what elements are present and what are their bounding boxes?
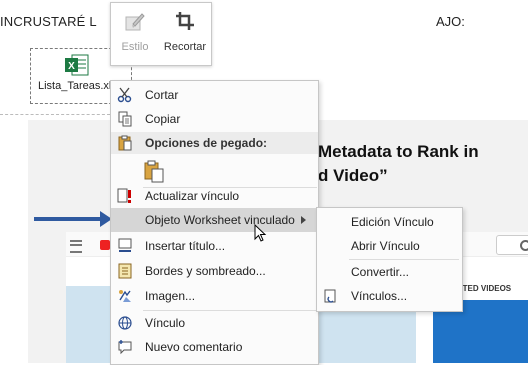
menu-item-imagen[interactable]: Imagen... <box>111 284 318 308</box>
search-icon <box>520 240 528 251</box>
menu-label: Actualizar vínculo <box>145 189 240 203</box>
clipboard-icon <box>117 135 133 154</box>
excel-file-icon[interactable]: X <box>64 54 90 78</box>
document-text-end: AJO: <box>436 14 465 29</box>
update-link-icon <box>117 188 133 204</box>
menu-label: Cortar <box>145 88 179 102</box>
style-brush-icon <box>124 11 146 38</box>
crop-icon <box>175 11 195 36</box>
menu-label: Bordes y sombreado... <box>145 264 266 278</box>
menu-label: Vínculo <box>145 316 186 330</box>
mouse-cursor-icon <box>254 223 268 244</box>
submenu-label: Abrir Vínculo <box>351 239 420 253</box>
embedded-file-label[interactable]: Lista_Tareas.xl <box>38 80 111 92</box>
menu-label: Copiar <box>145 112 181 126</box>
submenu-item-convertir[interactable]: Convertir... <box>317 260 462 284</box>
menu-item-actualizar-vinculo[interactable]: Actualizar vínculo <box>111 184 318 208</box>
scissors-icon <box>117 87 133 103</box>
style-button-label: Estilo <box>121 41 149 53</box>
borders-icon <box>117 263 133 279</box>
paste-options-header: Opciones de pegado: <box>111 132 318 154</box>
screenshot-headline: Metadata to Rank in d Video” <box>318 142 479 185</box>
submenu-item-edicion-vinculo[interactable]: Edición Vínculo <box>317 210 462 234</box>
submenu-item-abrir-vinculo[interactable]: Abrir Vínculo <box>317 234 462 258</box>
insert-caption-icon <box>117 238 133 254</box>
menu-label: Imagen... <box>145 289 196 303</box>
paste-picture-option[interactable] <box>111 156 318 186</box>
menu-label: Objeto Worksheet vinculado <box>145 213 295 227</box>
menu-item-bordes-sombreado[interactable]: Bordes y sombreado... <box>111 259 318 283</box>
paste-picture-icon <box>143 160 165 184</box>
menu-item-objeto-worksheet[interactable]: Objeto Worksheet vinculado <box>111 208 318 232</box>
menu-item-insertar-titulo[interactable]: Insertar título... <box>111 234 318 258</box>
svg-text:X: X <box>68 61 75 72</box>
page-separator <box>0 114 110 115</box>
submenu-arrow-icon <box>301 216 306 224</box>
hyperlink-icon <box>117 315 133 331</box>
copy-icon <box>117 111 133 127</box>
menu-label: Nuevo comentario <box>145 340 243 354</box>
context-menu: Cortar Copiar Opciones de pegado: Actual… <box>110 80 319 365</box>
menu-item-nuevo-comentario[interactable]: Nuevo comentario <box>111 335 318 359</box>
annotation-arrow-shaft <box>34 217 104 221</box>
submenu-label: Vínculos... <box>351 289 408 303</box>
document-text: INCRUSTARÉ L <box>0 14 97 29</box>
submenu-item-vinculos[interactable]: Vínculos... <box>317 284 462 308</box>
submenu-label: Edición Vínculo <box>351 215 434 229</box>
crop-button[interactable]: Recortar <box>159 3 211 65</box>
youtube-logo-icon <box>100 240 110 250</box>
mini-toolbar: Estilo Recortar <box>110 2 212 66</box>
crop-button-label: Recortar <box>163 41 207 53</box>
new-comment-icon <box>117 339 133 355</box>
submenu-label: Convertir... <box>351 265 410 279</box>
menu-item-vinculo[interactable]: Vínculo <box>111 311 318 335</box>
menu-label: Insertar título... <box>145 239 226 253</box>
links-icon <box>323 288 339 304</box>
worksheet-submenu: Edición Vínculo Abrir Vínculo Convertir.… <box>316 207 463 312</box>
style-button[interactable]: Estilo <box>111 3 159 65</box>
menu-item-copiar[interactable]: Copiar <box>111 107 318 131</box>
format-picture-icon <box>117 288 133 304</box>
menu-item-cortar[interactable]: Cortar <box>111 83 318 107</box>
hamburger-icon <box>70 240 82 253</box>
